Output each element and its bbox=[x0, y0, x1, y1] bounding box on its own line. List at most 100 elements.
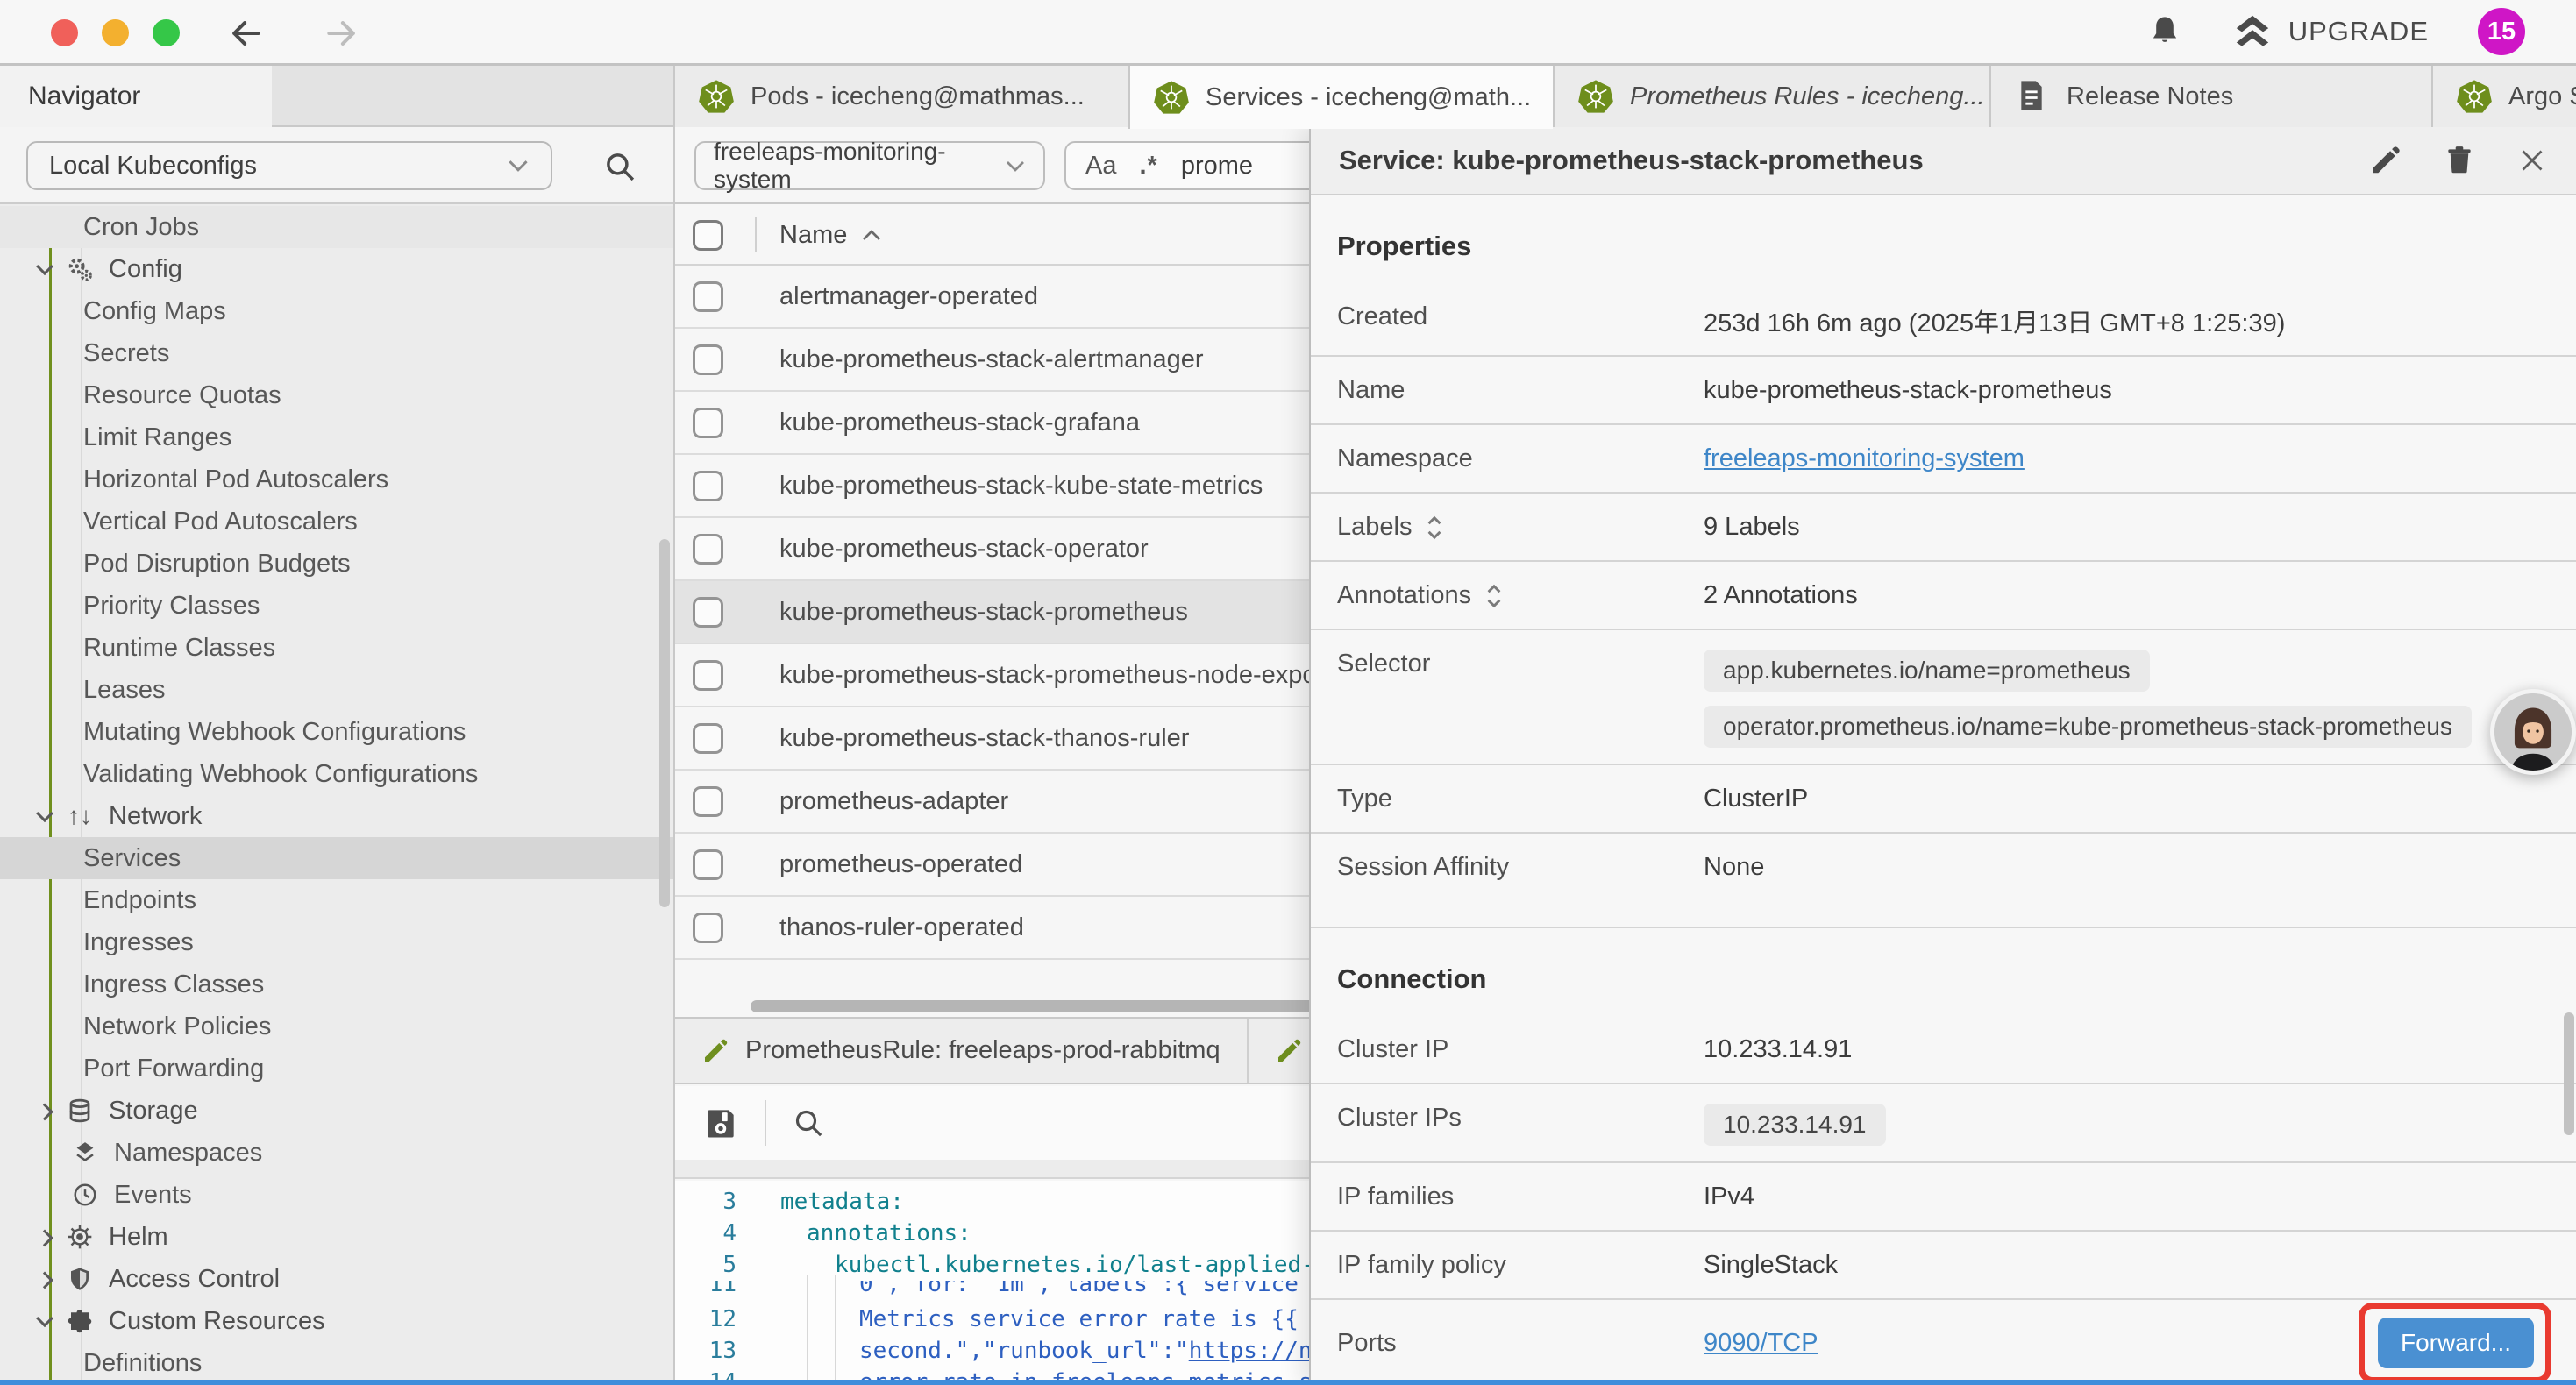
sidebar-item-definitions[interactable]: Definitions bbox=[0, 1342, 673, 1384]
sidebar-item-config[interactable]: Config bbox=[0, 248, 673, 290]
sidebar-item-ingresses[interactable]: Ingresses bbox=[0, 921, 673, 963]
row-checkbox[interactable] bbox=[693, 913, 723, 943]
sidebar-item-helm[interactable]: Helm bbox=[0, 1216, 673, 1258]
row-checkbox[interactable] bbox=[693, 660, 723, 691]
delete-trash-icon[interactable] bbox=[2443, 144, 2476, 177]
tab-navigator[interactable]: Navigator bbox=[0, 66, 272, 127]
selector-row: Selector app.kubernetes.io/name=promethe… bbox=[1311, 630, 2576, 765]
sidebar-item-access-control[interactable]: Access Control bbox=[0, 1258, 673, 1300]
kubeconfig-filter-row: Local Kubeconfigs bbox=[0, 127, 673, 204]
sidebar-item-pod-disruption-budgets[interactable]: Pod Disruption Budgets bbox=[0, 543, 673, 585]
row-checkbox[interactable] bbox=[693, 344, 723, 375]
fullscreen-window-button[interactable] bbox=[153, 19, 180, 46]
sidebar-item-config-maps[interactable]: Config Maps bbox=[0, 290, 673, 332]
expand-updown-icon[interactable] bbox=[1485, 582, 1503, 610]
chevron-down-icon bbox=[507, 159, 530, 173]
forward-arrow-icon[interactable] bbox=[323, 14, 361, 53]
row-checkbox[interactable] bbox=[693, 786, 723, 817]
sidebar-item-horizontal-pod-autoscalers[interactable]: Horizontal Pod Autoscalers bbox=[0, 458, 673, 501]
sidebar-item-limit-ranges[interactable]: Limit Ranges bbox=[0, 416, 673, 458]
name-column-header[interactable]: Name bbox=[779, 221, 882, 250]
namespace-select[interactable]: freeleaps-monitoring-system bbox=[694, 141, 1045, 190]
chevron-right-icon bbox=[36, 1230, 53, 1247]
sidebar-item-events[interactable]: Events bbox=[0, 1174, 673, 1216]
sidebar-item-port-forwarding[interactable]: Port Forwarding bbox=[0, 1048, 673, 1090]
row-checkbox[interactable] bbox=[693, 471, 723, 501]
close-window-button[interactable] bbox=[51, 19, 78, 46]
sidebar-item-storage[interactable]: Storage bbox=[0, 1090, 673, 1132]
sidebar-item-secrets[interactable]: Secrets bbox=[0, 332, 673, 374]
toolbar-divider bbox=[765, 1100, 766, 1146]
sidebar-item-ingress-classes[interactable]: Ingress Classes bbox=[0, 963, 673, 1005]
cluster-ip-value: 10.233.14.91 bbox=[1704, 1016, 1852, 1080]
name-value: kube-prometheus-stack-prometheus bbox=[1704, 357, 2112, 421]
editor-search-icon[interactable] bbox=[791, 1105, 826, 1140]
sidebar-item-network-policies[interactable]: Network Policies bbox=[0, 1005, 673, 1048]
sidebar-item-leases[interactable]: Leases bbox=[0, 669, 673, 711]
notification-count-badge[interactable]: 15 bbox=[2478, 8, 2525, 55]
tab-prometheusrule-editor[interactable]: PrometheusRule: freeleaps-prod-rabbitmq bbox=[675, 1019, 1249, 1083]
sidebar-item-priority-classes[interactable]: Priority Classes bbox=[0, 585, 673, 627]
sidebar-item-validating-webhook-configurations[interactable]: Validating Webhook Configurations bbox=[0, 753, 673, 795]
row-checkbox[interactable] bbox=[693, 723, 723, 754]
sidebar-item-resource-quotas[interactable]: Resource Quotas bbox=[0, 374, 673, 416]
sidebar-item-services[interactable]: Services bbox=[0, 837, 673, 879]
namespace-link[interactable]: freeleaps-monitoring-system bbox=[1704, 425, 2025, 489]
tab-services[interactable]: Services - icecheng@math... bbox=[1128, 66, 1553, 129]
sidebar-item-custom-resources[interactable]: Custom Resources bbox=[0, 1300, 673, 1342]
edit-pencil-icon[interactable] bbox=[2369, 144, 2402, 177]
sidebar-item-namespaces[interactable]: Namespaces bbox=[0, 1132, 673, 1174]
minimize-window-button[interactable] bbox=[102, 19, 129, 46]
tab-prometheus-rules[interactable]: Prometheus Rules - icecheng... bbox=[1553, 66, 1989, 127]
row-checkbox[interactable] bbox=[693, 597, 723, 628]
select-all-checkbox[interactable] bbox=[693, 220, 723, 251]
titlebar: UPGRADE 15 bbox=[0, 0, 2576, 66]
chevron-right-icon bbox=[36, 1272, 53, 1289]
save-icon[interactable] bbox=[701, 1104, 740, 1142]
sidebar-scrollbar[interactable] bbox=[659, 539, 670, 907]
tab-label: Release Notes bbox=[2067, 82, 2233, 111]
sidebar-item-runtime-classes[interactable]: Runtime Classes bbox=[0, 627, 673, 669]
sidebar-item-endpoints[interactable]: Endpoints bbox=[0, 879, 673, 921]
type-value: ClusterIP bbox=[1704, 765, 1808, 829]
tab-release-notes[interactable]: Release Notes bbox=[1989, 66, 2431, 127]
match-case-icon[interactable]: Aa bbox=[1085, 152, 1116, 181]
cluster-ip-chip[interactable]: 10.233.14.91 bbox=[1704, 1104, 1886, 1146]
sidebar-item-mutating-webhook-configurations[interactable]: Mutating Webhook Configurations bbox=[0, 711, 673, 753]
document-icon bbox=[2014, 78, 2051, 115]
row-checkbox[interactable] bbox=[693, 281, 723, 312]
search-icon[interactable] bbox=[601, 148, 638, 185]
selector-chip[interactable]: operator.prometheus.io/name=kube-prometh… bbox=[1704, 706, 2472, 748]
sidebar-item-vertical-pod-autoscalers[interactable]: Vertical Pod Autoscalers bbox=[0, 501, 673, 543]
panel-scrollbar[interactable] bbox=[2564, 1012, 2574, 1135]
close-panel-icon[interactable] bbox=[2516, 145, 2548, 176]
sidebar-item-cron-jobs[interactable]: Cron Jobs bbox=[0, 206, 673, 248]
row-checkbox[interactable] bbox=[693, 534, 723, 565]
horizontal-scrollbar[interactable] bbox=[751, 1000, 1347, 1012]
upgrade-chevrons-icon bbox=[2232, 11, 2273, 52]
selector-chip[interactable]: app.kubernetes.io/name=prometheus bbox=[1704, 650, 2150, 692]
expand-updown-icon[interactable] bbox=[1426, 514, 1443, 542]
puzzle-icon bbox=[65, 1306, 95, 1336]
chevron-down-icon bbox=[36, 258, 53, 275]
regex-icon[interactable]: .* bbox=[1139, 152, 1157, 181]
resource-tree: Cron Jobs Config Config Maps Secrets Res… bbox=[0, 206, 673, 1385]
tab-argo[interactable]: Argo Se bbox=[2431, 66, 2576, 127]
back-arrow-icon[interactable] bbox=[226, 14, 265, 53]
forward-port-button[interactable]: Forward... bbox=[2378, 1318, 2534, 1368]
clock-icon bbox=[70, 1180, 100, 1210]
upgrade-button[interactable]: UPGRADE bbox=[2232, 11, 2429, 52]
bell-icon[interactable] bbox=[2146, 13, 2183, 50]
port-link[interactable]: 9090/TCP bbox=[1704, 1329, 1818, 1358]
kubeconfig-select[interactable]: Local Kubeconfigs bbox=[26, 141, 552, 190]
sidebar-item-network[interactable]: ↑↓ Network bbox=[0, 795, 673, 837]
tab-pods[interactable]: Pods - icecheng@mathmas... bbox=[673, 66, 1128, 127]
labels-row: Labels 9 Labels bbox=[1311, 494, 2576, 562]
pencil-icon bbox=[1275, 1037, 1303, 1065]
labels-count[interactable]: 9 Labels bbox=[1704, 494, 1800, 558]
row-checkbox[interactable] bbox=[693, 408, 723, 438]
row-checkbox[interactable] bbox=[693, 849, 723, 880]
annotations-count[interactable]: 2 Annotations bbox=[1704, 562, 1858, 626]
avatar[interactable] bbox=[2490, 689, 2576, 775]
ip-family-policy-row: IP family policy SingleStack bbox=[1311, 1232, 2576, 1300]
